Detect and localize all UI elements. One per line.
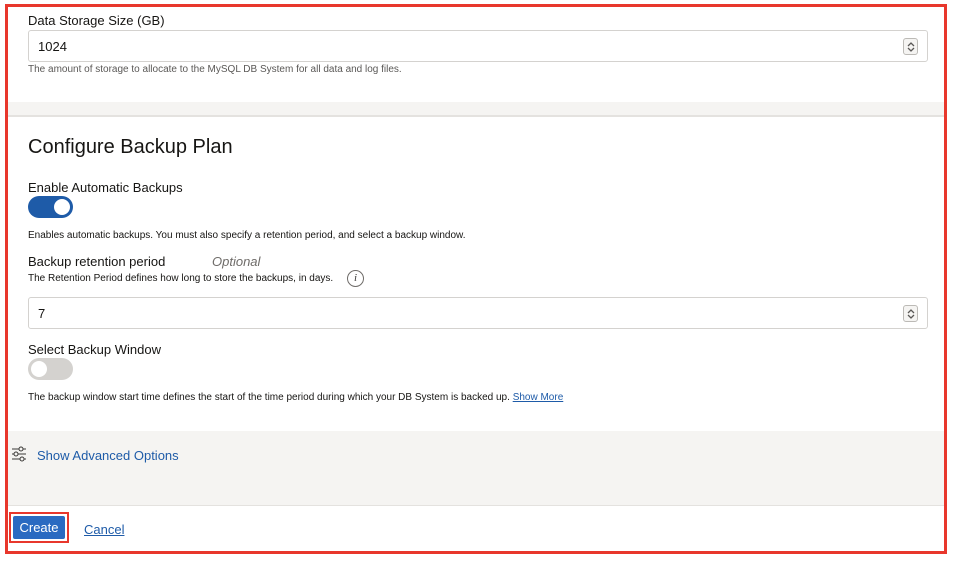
toggle-knob — [54, 199, 70, 215]
storage-size-help: The amount of storage to allocate to the… — [28, 64, 402, 75]
retention-period-spinner[interactable] — [903, 305, 918, 322]
show-advanced-options-link[interactable]: Show Advanced Options — [37, 448, 179, 463]
retention-period-label: Backup retention period — [28, 254, 166, 269]
backup-section-title: Configure Backup Plan — [28, 136, 233, 158]
backup-window-help-text: The backup window start time defines the… — [28, 392, 510, 403]
storage-size-spinner[interactable] — [903, 38, 918, 55]
spinner-chevrons-icon — [907, 42, 915, 52]
enable-backups-label: Enable Automatic Backups — [28, 180, 183, 195]
retention-period-input[interactable]: 7 — [28, 297, 928, 329]
toggle-knob — [31, 361, 47, 377]
backup-window-toggle[interactable] — [28, 358, 73, 380]
advanced-options-bar: Show Advanced Options — [8, 431, 944, 505]
enable-backups-help: Enables automatic backups. You must also… — [28, 230, 466, 241]
cancel-link[interactable]: Cancel — [84, 522, 124, 537]
create-button[interactable]: Create — [13, 516, 65, 539]
spinner-chevrons-icon — [907, 309, 915, 319]
show-more-link[interactable]: Show More — [513, 392, 564, 403]
retention-period-help: The Retention Period defines how long to… — [28, 273, 334, 284]
dialog-footer: Create Cancel — [8, 505, 944, 551]
dialog-frame: Data Storage Size (GB) 1024 The amount o… — [5, 4, 947, 554]
storage-section: Data Storage Size (GB) 1024 The amount o… — [8, 7, 944, 105]
backup-window-label: Select Backup Window — [28, 342, 161, 357]
section-divider — [8, 115, 944, 117]
retention-optional-label: Optional — [212, 254, 261, 269]
storage-size-input[interactable]: 1024 — [28, 30, 928, 62]
create-button-highlight: Create — [9, 512, 69, 543]
backup-window-help: The backup window start time defines the… — [28, 392, 563, 403]
retention-period-value: 7 — [38, 306, 46, 321]
storage-size-value: 1024 — [38, 39, 67, 54]
sliders-icon[interactable] — [10, 445, 28, 463]
storage-size-label: Data Storage Size (GB) — [28, 13, 165, 28]
enable-backups-toggle[interactable] — [28, 196, 73, 218]
info-icon[interactable]: i — [347, 270, 364, 287]
section-divider-band — [8, 102, 944, 116]
